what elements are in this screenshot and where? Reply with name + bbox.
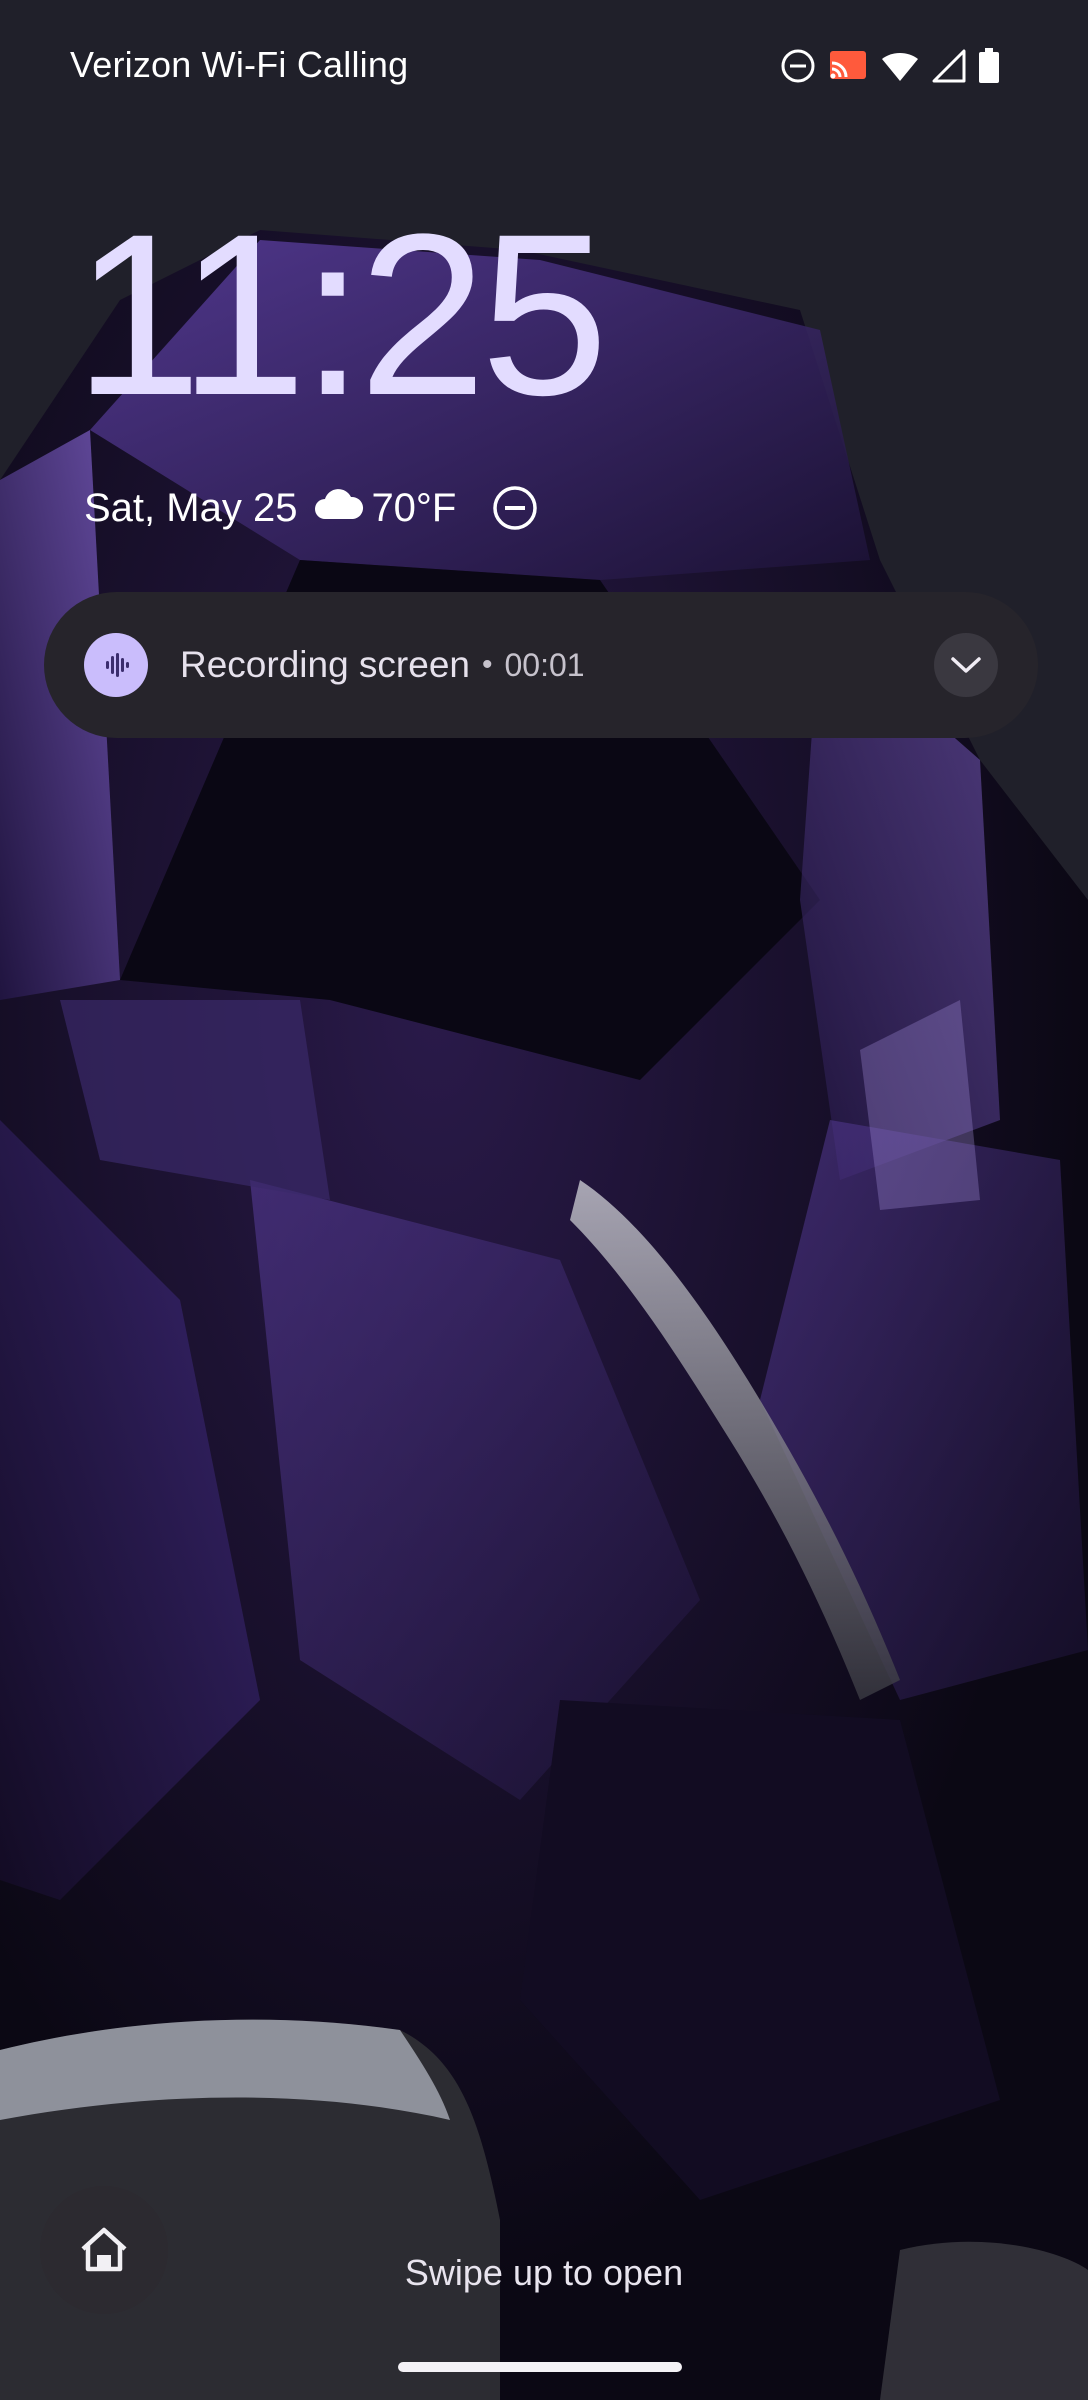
chevron-down-icon [949,655,983,675]
swipe-up-hint: Swipe up to open [404,2252,684,2293]
cloud-icon [313,485,365,531]
notification-title: Recording screen [180,644,470,685]
notification-separator: • [481,648,493,681]
temperature-label: 70°F [371,485,457,530]
expand-notification-button[interactable] [934,633,998,697]
date-label: Sat, May 25 [84,485,298,530]
gesture-nav-handle[interactable] [398,2362,682,2372]
wifi-icon [880,49,920,83]
lock-clock: 11:25 [74,186,608,443]
screen-recording-notification[interactable]: Recording screen • 00:01 [44,592,1038,738]
lock-screen: Verizon Wi-Fi Calling 11:25 Sat, May 25 [0,0,1088,2400]
cast-icon [828,49,868,83]
status-bar: Verizon Wi-Fi Calling [0,0,1088,130]
do-not-disturb-icon [492,485,538,531]
carrier-label: Verizon Wi-Fi Calling [70,44,409,85]
battery-icon [978,48,1000,84]
signal-icon [932,49,966,83]
notification-text: Recording screen • 00:01 [180,637,585,693]
weather-chip: 70°F [313,485,456,531]
notification-elapsed-time: 00:01 [504,646,585,683]
sound-wave-icon [84,633,148,697]
do-not-disturb-icon [780,48,816,84]
status-icons [780,44,1000,88]
date-weather-row[interactable]: Sat, May 25 70°F [84,478,538,538]
home-shortcut-button[interactable] [40,2186,168,2314]
